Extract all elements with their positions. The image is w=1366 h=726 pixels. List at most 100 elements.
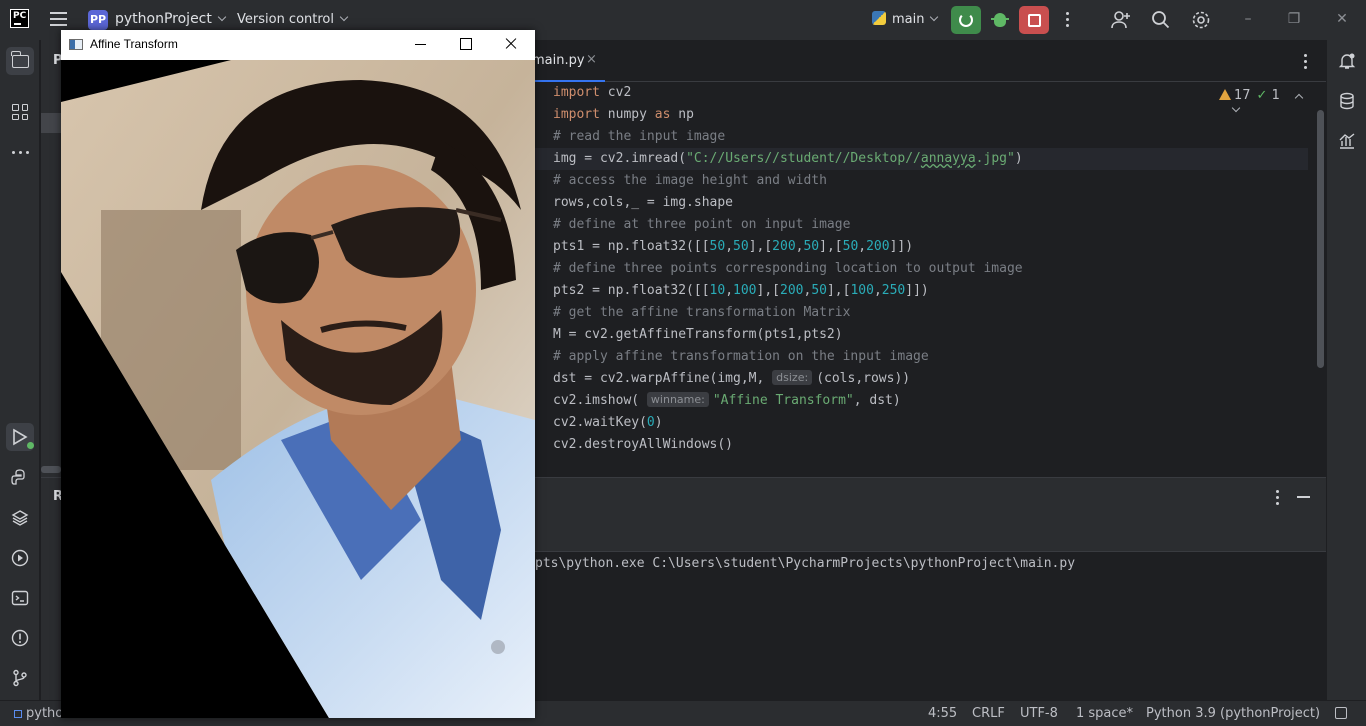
- status-breadcrumb[interactable]: pytho: [26, 706, 63, 721]
- settings-icon[interactable]: [1191, 10, 1211, 30]
- lock-icon[interactable]: [1335, 707, 1347, 719]
- check-icon: ✓: [1256, 88, 1268, 103]
- code-editor[interactable]: import cv2 import numpy as np # read the…: [535, 82, 1326, 452]
- chevron-down-icon: [339, 12, 349, 22]
- maximize-icon[interactable]: [458, 36, 474, 52]
- indent-setting[interactable]: 1 space*: [1076, 706, 1133, 721]
- tab-label: main.py: [532, 53, 585, 68]
- structure-tool-button[interactable]: [9, 101, 31, 123]
- version-control-menu[interactable]: Version control: [237, 12, 349, 27]
- console-output[interactable]: pts\python.exe C:\Users\student\PycharmP…: [535, 552, 1326, 701]
- param-hint: dsize:: [772, 370, 813, 385]
- debug-icon: [991, 13, 1009, 27]
- close-icon[interactable]: ✕: [1335, 12, 1349, 26]
- code-line: pts2 = np.float32([[10,100],[200,50],[10…: [553, 283, 929, 298]
- search-icon[interactable]: [1151, 10, 1171, 30]
- debug-button[interactable]: [985, 6, 1015, 34]
- code-line: rows,cols,_ = img.shape: [553, 195, 734, 210]
- folder-icon: [10, 50, 29, 68]
- stop-button[interactable]: [1019, 6, 1049, 34]
- rerun-icon: [959, 13, 973, 27]
- sciview-button[interactable]: [1336, 130, 1358, 152]
- code-line: # apply affine transformation on the inp…: [553, 349, 929, 364]
- python-icon: [872, 11, 886, 25]
- problems-button[interactable]: [9, 627, 31, 649]
- code-line: pts1 = np.float32([[50,50],[200,50],[50,…: [553, 239, 914, 254]
- notifications-icon: [1338, 53, 1356, 69]
- chevron-down-icon: [217, 12, 227, 22]
- project-selector[interactable]: pythonProject: [115, 11, 227, 27]
- project-tool-button[interactable]: [6, 47, 34, 75]
- code-area[interactable]: import cv2 import numpy as np # read the…: [535, 82, 1308, 452]
- run-tool-button[interactable]: [6, 423, 34, 451]
- python-packages-button[interactable]: [9, 467, 31, 489]
- console-line: pts\python.exe C:\Users\student\PycharmP…: [535, 556, 1076, 571]
- terminal-button[interactable]: [9, 587, 31, 609]
- project-scrollbar[interactable]: [41, 466, 61, 473]
- code-line: cv2.destroyAllWindows(): [553, 437, 734, 452]
- services-icon: [11, 549, 29, 567]
- chevron-down-icon[interactable]: [1231, 103, 1241, 113]
- code-line: # access the image height and width: [553, 173, 827, 188]
- rerun-button[interactable]: [951, 6, 981, 34]
- sciview-icon: [1339, 133, 1355, 149]
- project-tree-selection[interactable]: [41, 113, 61, 133]
- run-toolbar: [535, 518, 1326, 552]
- project-badge[interactable]: PP: [88, 10, 108, 30]
- tab-close-icon[interactable]: ×: [586, 52, 597, 67]
- maximize-icon[interactable]: ❐: [1287, 12, 1301, 26]
- window-app-icon: [69, 39, 83, 50]
- services-button[interactable]: [9, 547, 31, 569]
- terminal-icon: [11, 590, 29, 606]
- caret-position[interactable]: 4:55: [928, 706, 957, 721]
- python-console-icon: [11, 469, 25, 485]
- layers-icon: [11, 510, 29, 526]
- line-separator[interactable]: CRLF: [972, 706, 1005, 721]
- minimize-icon[interactable]: [413, 36, 429, 52]
- warning-count: 17: [1234, 88, 1251, 103]
- editor-scrollbar[interactable]: [1317, 110, 1324, 368]
- add-user-icon[interactable]: [1111, 10, 1131, 30]
- code-line: M = cv2.getAffineTransform(pts1,pts2): [553, 327, 843, 342]
- tab-main-py[interactable]: main.py ×: [532, 40, 605, 82]
- editor-more-icon[interactable]: [1304, 54, 1308, 70]
- status-square-icon: [14, 710, 22, 718]
- ok-count: 1: [1271, 88, 1280, 103]
- git-icon: [13, 669, 27, 687]
- close-icon[interactable]: [503, 36, 519, 52]
- main-menu-icon[interactable]: [50, 12, 67, 26]
- code-line: cv2.imshow( winname: "Affine Transform", …: [553, 392, 901, 408]
- run-panel-more-icon[interactable]: [1276, 490, 1280, 506]
- code-line: # read the input image: [553, 129, 726, 144]
- pycharm-logo[interactable]: PC: [10, 9, 29, 28]
- file-encoding[interactable]: UTF-8: [1020, 706, 1058, 721]
- more-tools-icon[interactable]: [9, 141, 31, 163]
- run-config-label: main: [892, 12, 925, 27]
- notifications-button[interactable]: [1336, 50, 1358, 72]
- database-button[interactable]: [1336, 90, 1358, 112]
- minimize-icon[interactable]: –: [1241, 12, 1255, 26]
- code-line: # define three points corresponding loca…: [553, 261, 1023, 276]
- cv-window-title: Affine Transform: [90, 37, 178, 51]
- version-control-label: Version control: [237, 12, 334, 27]
- chevron-down-icon: [930, 12, 939, 22]
- affine-transform-window[interactable]: Affine Transform: [61, 30, 535, 718]
- python-interpreter[interactable]: Python 3.9 (pythonProject): [1146, 706, 1320, 721]
- python-layers-button[interactable]: [9, 507, 31, 529]
- project-name: pythonProject: [115, 11, 212, 27]
- git-button[interactable]: [9, 667, 31, 689]
- cv-window-title-bar[interactable]: Affine Transform: [61, 30, 535, 60]
- code-line: # get the affine transformation Matrix: [553, 305, 851, 320]
- run-config-selector[interactable]: main: [872, 11, 939, 27]
- code-line: img = cv2.imread("C://Users//student//De…: [535, 148, 1308, 170]
- stop-icon: [1027, 13, 1041, 27]
- inspection-indicator[interactable]: 17 ✓ 1: [1219, 88, 1326, 118]
- problems-icon: [11, 629, 29, 647]
- right-tool-strip: [1326, 40, 1366, 700]
- warning-icon: [1219, 89, 1231, 100]
- chevron-up-icon[interactable]: [1294, 93, 1304, 103]
- code-line: import numpy as np: [553, 107, 694, 122]
- hide-panel-icon[interactable]: [1297, 496, 1310, 498]
- more-icon[interactable]: [1066, 12, 1070, 28]
- code-line: cv2.waitKey(0): [553, 415, 663, 430]
